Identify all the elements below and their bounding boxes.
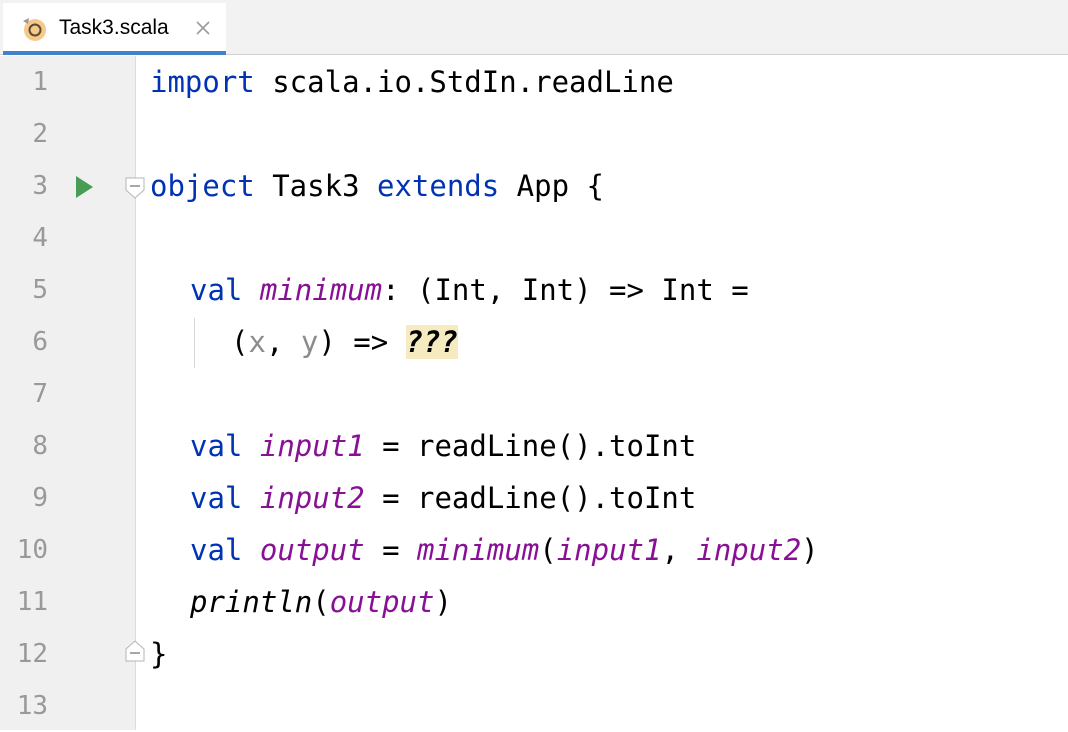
code-line-10[interactable]: val output = minimum(input1, input2) [190, 524, 819, 576]
tab-task3-scala[interactable]: Task3.scala [3, 3, 226, 55]
scala-object-icon [23, 18, 46, 41]
code-line-11[interactable]: println(output) [190, 576, 452, 628]
line-number: 12 [16, 639, 48, 669]
code-text: ) => [318, 325, 406, 359]
code-line-5[interactable]: val minimum: (Int, Int) => Int = [190, 264, 749, 316]
line-number: 11 [16, 587, 48, 617]
line-number: 5 [32, 275, 48, 305]
keyword: object [150, 169, 255, 203]
editor-gutter: 1 2 3 4 5 6 7 8 9 10 11 12 13 [0, 56, 145, 730]
keyword: val [190, 429, 243, 463]
field-name: input2 [259, 481, 365, 515]
line-number: 6 [32, 327, 48, 357]
code-line-9[interactable]: val input2 = readLine().toInt [190, 472, 696, 524]
line-number: 9 [32, 483, 48, 513]
keyword: extends [376, 169, 500, 203]
code-line-3[interactable]: object Task3 extends App { [150, 160, 604, 212]
code-text: , [265, 325, 301, 359]
line-number: 13 [16, 691, 48, 721]
fold-end-icon[interactable] [125, 640, 145, 662]
code-text: ( [539, 533, 557, 567]
run-icon[interactable] [74, 175, 94, 199]
code-text: , [661, 533, 697, 567]
line-number: 3 [32, 171, 48, 201]
code-text: Task3 [254, 169, 377, 203]
code-text: : (Int, Int) => Int = [382, 273, 749, 307]
parameter: x [248, 325, 266, 359]
parameter: y [300, 325, 319, 359]
keyword: val [190, 273, 243, 307]
code-text: ) [801, 533, 819, 567]
field-reference: input1 [556, 533, 662, 567]
keyword: val [190, 533, 243, 567]
fold-collapse-icon[interactable] [125, 177, 145, 199]
code-text: = readLine().toInt [364, 429, 697, 463]
function-call: println [190, 585, 313, 619]
field-reference: output [329, 585, 435, 619]
field-name: input1 [259, 429, 365, 463]
line-number: 1 [32, 67, 48, 97]
code-line-1[interactable]: import scala.io.StdIn.readLine [150, 56, 674, 108]
close-icon[interactable] [194, 19, 212, 37]
todo-placeholder: ??? [405, 325, 459, 359]
code-line-12[interactable]: } [150, 628, 167, 680]
line-number: 7 [32, 379, 48, 409]
field-reference: input2 [696, 533, 802, 567]
editor-tab-bar: Task3.scala [0, 0, 1068, 55]
keyword: import [150, 65, 255, 99]
code-text: ( [231, 325, 249, 359]
line-number: 4 [32, 223, 48, 253]
code-text: = readLine().toInt [364, 481, 697, 515]
line-number: 8 [32, 431, 48, 461]
field-name: output [259, 533, 365, 567]
indent-guide [194, 318, 195, 368]
code-text: scala.io.StdIn.readLine [254, 65, 674, 99]
code-line-6[interactable]: (x, y) => ??? [231, 316, 459, 368]
field-reference: minimum [417, 533, 540, 567]
tab-file-name: Task3.scala [59, 16, 169, 39]
code-text: App { [499, 169, 604, 203]
code-text: ) [434, 585, 452, 619]
keyword: val [190, 481, 243, 515]
field-name: minimum [259, 273, 383, 307]
line-number: 2 [32, 119, 48, 149]
line-number: 10 [16, 535, 48, 565]
code-text: } [150, 637, 168, 671]
code-text: ( [312, 585, 330, 619]
code-text: = [364, 533, 418, 567]
code-line-8[interactable]: val input1 = readLine().toInt [190, 420, 696, 472]
